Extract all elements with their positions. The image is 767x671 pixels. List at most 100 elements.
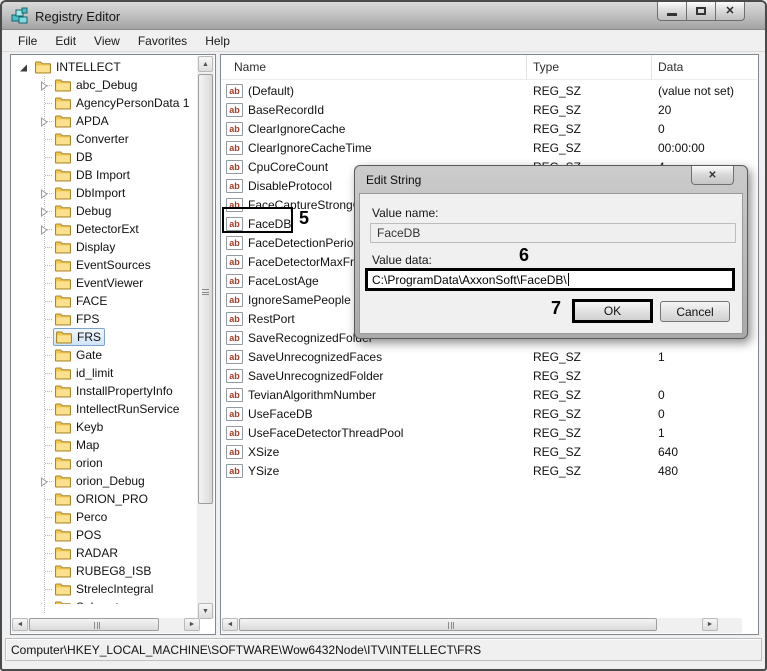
folder-icon bbox=[55, 79, 71, 92]
tree-item-eventsources[interactable]: EventSources bbox=[11, 256, 197, 274]
tree-item-id-limit[interactable]: id_limit bbox=[11, 364, 197, 382]
value-data-cell: 0 bbox=[658, 407, 665, 421]
expand-arrow-icon[interactable] bbox=[39, 224, 49, 234]
list-hscroll-thumb[interactable] bbox=[239, 618, 657, 631]
scroll-down-icon[interactable]: ▼ bbox=[198, 603, 213, 619]
value-type-cell: REG_SZ bbox=[533, 84, 581, 98]
registry-value-row[interactable]: abClearIgnoreCacheTimeREG_SZ00:00:00 bbox=[221, 138, 757, 157]
menu-help[interactable]: Help bbox=[196, 31, 239, 51]
column-header-name[interactable]: Name bbox=[234, 60, 266, 74]
string-value-icon: ab bbox=[226, 331, 243, 345]
value-name-cell: abFaceDetectionPeriod bbox=[226, 234, 360, 251]
registry-value-row[interactable]: abTevianAlgorithmNumberREG_SZ0 bbox=[221, 385, 757, 404]
registry-editor-window: Registry Editor ✕ File Edit View Favorit… bbox=[0, 0, 767, 671]
expand-arrow-icon[interactable] bbox=[39, 116, 49, 126]
tree-item-label: id_limit bbox=[76, 366, 113, 380]
tree-vscroll-thumb[interactable] bbox=[198, 74, 213, 504]
scroll-left-icon[interactable]: ◄ bbox=[222, 618, 238, 631]
list-horizontal-scrollbar[interactable]: ◄ ► bbox=[222, 618, 742, 633]
tree-item-installpropertyinfo[interactable]: InstallPropertyInfo bbox=[11, 382, 197, 400]
tree-item-debug[interactable]: Debug bbox=[11, 202, 197, 220]
tree-item-orion-pro[interactable]: ORION_PRO bbox=[11, 490, 197, 508]
tree-item-keyb[interactable]: Keyb bbox=[11, 418, 197, 436]
folder-icon bbox=[55, 475, 71, 488]
tree-item-db[interactable]: DB bbox=[11, 148, 197, 166]
tree-hscroll-thumb[interactable] bbox=[29, 618, 159, 631]
registry-value-row[interactable]: abYSizeREG_SZ480 bbox=[221, 461, 757, 480]
close-button[interactable]: ✕ bbox=[715, 2, 745, 21]
column-header-data[interactable]: Data bbox=[658, 60, 683, 74]
menu-edit[interactable]: Edit bbox=[46, 31, 85, 51]
value-name-text: ClearIgnoreCacheTime bbox=[248, 141, 372, 155]
tree-item-db-import[interactable]: DB Import bbox=[11, 166, 197, 184]
folder-icon bbox=[55, 511, 71, 524]
registry-value-row[interactable]: abBaseRecordIdREG_SZ20 bbox=[221, 100, 757, 119]
tree-item-intellectrunservice[interactable]: IntellectRunService bbox=[11, 400, 197, 418]
tree-item-label: APDA bbox=[76, 114, 109, 128]
tree-item-rubeg8-isb[interactable]: RUBEG8_ISB bbox=[11, 562, 197, 580]
tree-item-frs[interactable]: FRS bbox=[11, 328, 197, 346]
collapse-arrow-icon[interactable] bbox=[19, 62, 29, 72]
tree-item-pos[interactable]: POS bbox=[11, 526, 197, 544]
tree-item-fps[interactable]: FPS bbox=[11, 310, 197, 328]
menu-favorites[interactable]: Favorites bbox=[129, 31, 196, 51]
column-header-type[interactable]: Type bbox=[533, 60, 559, 74]
tree-item-converter[interactable]: Converter bbox=[11, 130, 197, 148]
tree-horizontal-scrollbar[interactable]: ◄ ► bbox=[12, 618, 200, 633]
scroll-right-icon[interactable]: ► bbox=[702, 618, 718, 631]
scroll-up-icon[interactable]: ▲ bbox=[198, 56, 213, 72]
tree-item-radar[interactable]: RADAR bbox=[11, 544, 197, 562]
value-data-input[interactable]: C:\ProgramData\AxxonSoft\FaceDB\ bbox=[365, 268, 735, 291]
menu-view[interactable]: View bbox=[85, 31, 129, 51]
scroll-left-icon[interactable]: ◄ bbox=[12, 618, 28, 631]
dialog-close-button[interactable]: ✕ bbox=[691, 166, 734, 185]
menu-file[interactable]: File bbox=[9, 31, 46, 51]
tree-item-detectorext[interactable]: DetectorExt bbox=[11, 220, 197, 238]
registry-value-row[interactable]: abXSizeREG_SZ640 bbox=[221, 442, 757, 461]
expand-arrow-icon[interactable] bbox=[39, 188, 49, 198]
tree-item-orion[interactable]: orion bbox=[11, 454, 197, 472]
tree-item-abc-debug[interactable]: abc_Debug bbox=[11, 76, 197, 94]
column-separator[interactable] bbox=[526, 55, 527, 80]
string-value-icon: ab bbox=[226, 350, 243, 364]
tree-vertical-scrollbar[interactable]: ▲ ▼ bbox=[197, 56, 214, 619]
registry-value-row[interactable]: abSaveUnrecognizedFolderREG_SZ bbox=[221, 366, 757, 385]
ok-button[interactable]: OK bbox=[572, 299, 653, 323]
value-name-cell: abUseFaceDetectorThreadPool bbox=[226, 424, 403, 441]
scroll-right-icon[interactable]: ► bbox=[184, 618, 200, 631]
selected-tree-item[interactable]: FRS bbox=[53, 328, 105, 346]
cancel-button-label: Cancel bbox=[676, 305, 713, 319]
cancel-button[interactable]: Cancel bbox=[660, 301, 730, 322]
expand-arrow-icon[interactable] bbox=[39, 476, 49, 486]
registry-value-row[interactable]: abSaveUnrecognizedFacesREG_SZ1 bbox=[221, 347, 757, 366]
tree-item-display[interactable]: Display bbox=[11, 238, 197, 256]
expand-arrow-icon[interactable] bbox=[39, 206, 49, 216]
tree-item-subsystems[interactable]: Subsystems bbox=[11, 598, 197, 604]
tree-item-label: FRS bbox=[77, 330, 101, 344]
tree-item-intellect[interactable]: INTELLECT bbox=[11, 58, 197, 76]
tree-item-perco[interactable]: Perco bbox=[11, 508, 197, 526]
value-name-cell: abTevianAlgorithmNumber bbox=[226, 386, 376, 403]
registry-value-row[interactable]: abUseFaceDetectorThreadPoolREG_SZ1 bbox=[221, 423, 757, 442]
tree-item-map[interactable]: Map bbox=[11, 436, 197, 454]
tree-item-strelecintegral[interactable]: StrelecIntegral bbox=[11, 580, 197, 598]
tree-item-eventviewer[interactable]: EventViewer bbox=[11, 274, 197, 292]
value-type-cell: REG_SZ bbox=[533, 426, 581, 440]
value-name-text: ClearIgnoreCache bbox=[248, 122, 345, 136]
registry-value-row[interactable]: ab(Default)REG_SZ(value not set) bbox=[221, 81, 757, 100]
maximize-button[interactable] bbox=[686, 2, 716, 21]
tree-item-agencypersondata-1[interactable]: AgencyPersonData 1 bbox=[11, 94, 197, 112]
tree-item-face[interactable]: FACE bbox=[11, 292, 197, 310]
value-name-text: FaceLostAge bbox=[248, 274, 319, 288]
minimize-button[interactable] bbox=[657, 2, 687, 21]
registry-value-row[interactable]: abClearIgnoreCacheREG_SZ0 bbox=[221, 119, 757, 138]
registry-value-row[interactable]: abUseFaceDBREG_SZ0 bbox=[221, 404, 757, 423]
expand-arrow-icon[interactable] bbox=[39, 602, 49, 604]
expand-arrow-icon[interactable] bbox=[39, 80, 49, 90]
tree-item-orion-debug[interactable]: orion_Debug bbox=[11, 472, 197, 490]
tree-item-apda[interactable]: APDA bbox=[11, 112, 197, 130]
column-separator[interactable] bbox=[651, 55, 652, 80]
tree-item-gate[interactable]: Gate bbox=[11, 346, 197, 364]
value-name-text: FaceDetectionPeriod bbox=[248, 236, 360, 250]
tree-item-dbimport[interactable]: DbImport bbox=[11, 184, 197, 202]
